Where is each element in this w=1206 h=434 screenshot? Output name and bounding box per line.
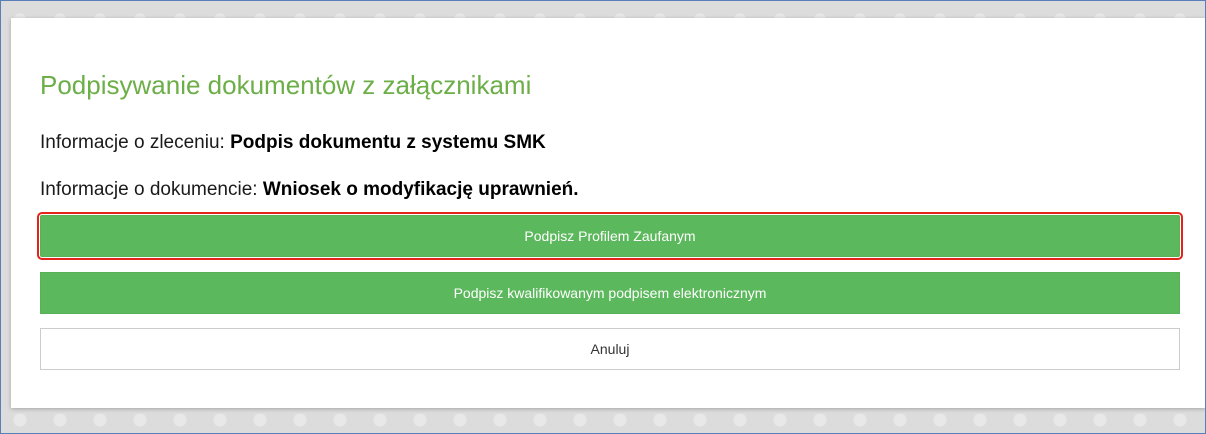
sign-qualified-signature-button[interactable]: Podpisz kwalifikowanym podpisem elektron… xyxy=(40,272,1180,314)
document-info-label: Informacje o dokumencie: xyxy=(40,179,263,200)
sign-trusted-profile-button[interactable]: Podpisz Profilem Zaufanym xyxy=(37,212,1183,260)
dialog-title: Podpisywanie dokumentów z załącznikami xyxy=(40,70,532,100)
cancel-button[interactable]: Anuluj xyxy=(40,328,1180,370)
order-info-value: Podpis dokumentu z systemu SMK xyxy=(230,132,546,153)
signing-dialog: Podpisywanie dokumentów z załącznikami I… xyxy=(11,18,1206,408)
sign-qualified-signature-label: Podpisz kwalifikowanym podpisem elektron… xyxy=(453,285,767,301)
sign-trusted-profile-label: Podpisz Profilem Zaufanym xyxy=(524,228,696,244)
order-info-label: Informacje o zleceniu: xyxy=(40,132,231,153)
cancel-label: Anuluj xyxy=(590,341,630,357)
document-info-value: Wniosek o modyfikację uprawnień. xyxy=(262,179,579,200)
document-info: Informacje o dokumencie: Wniosek o modyf… xyxy=(40,179,579,201)
order-info: Informacje o zleceniu: Podpis dokumentu … xyxy=(40,132,546,154)
